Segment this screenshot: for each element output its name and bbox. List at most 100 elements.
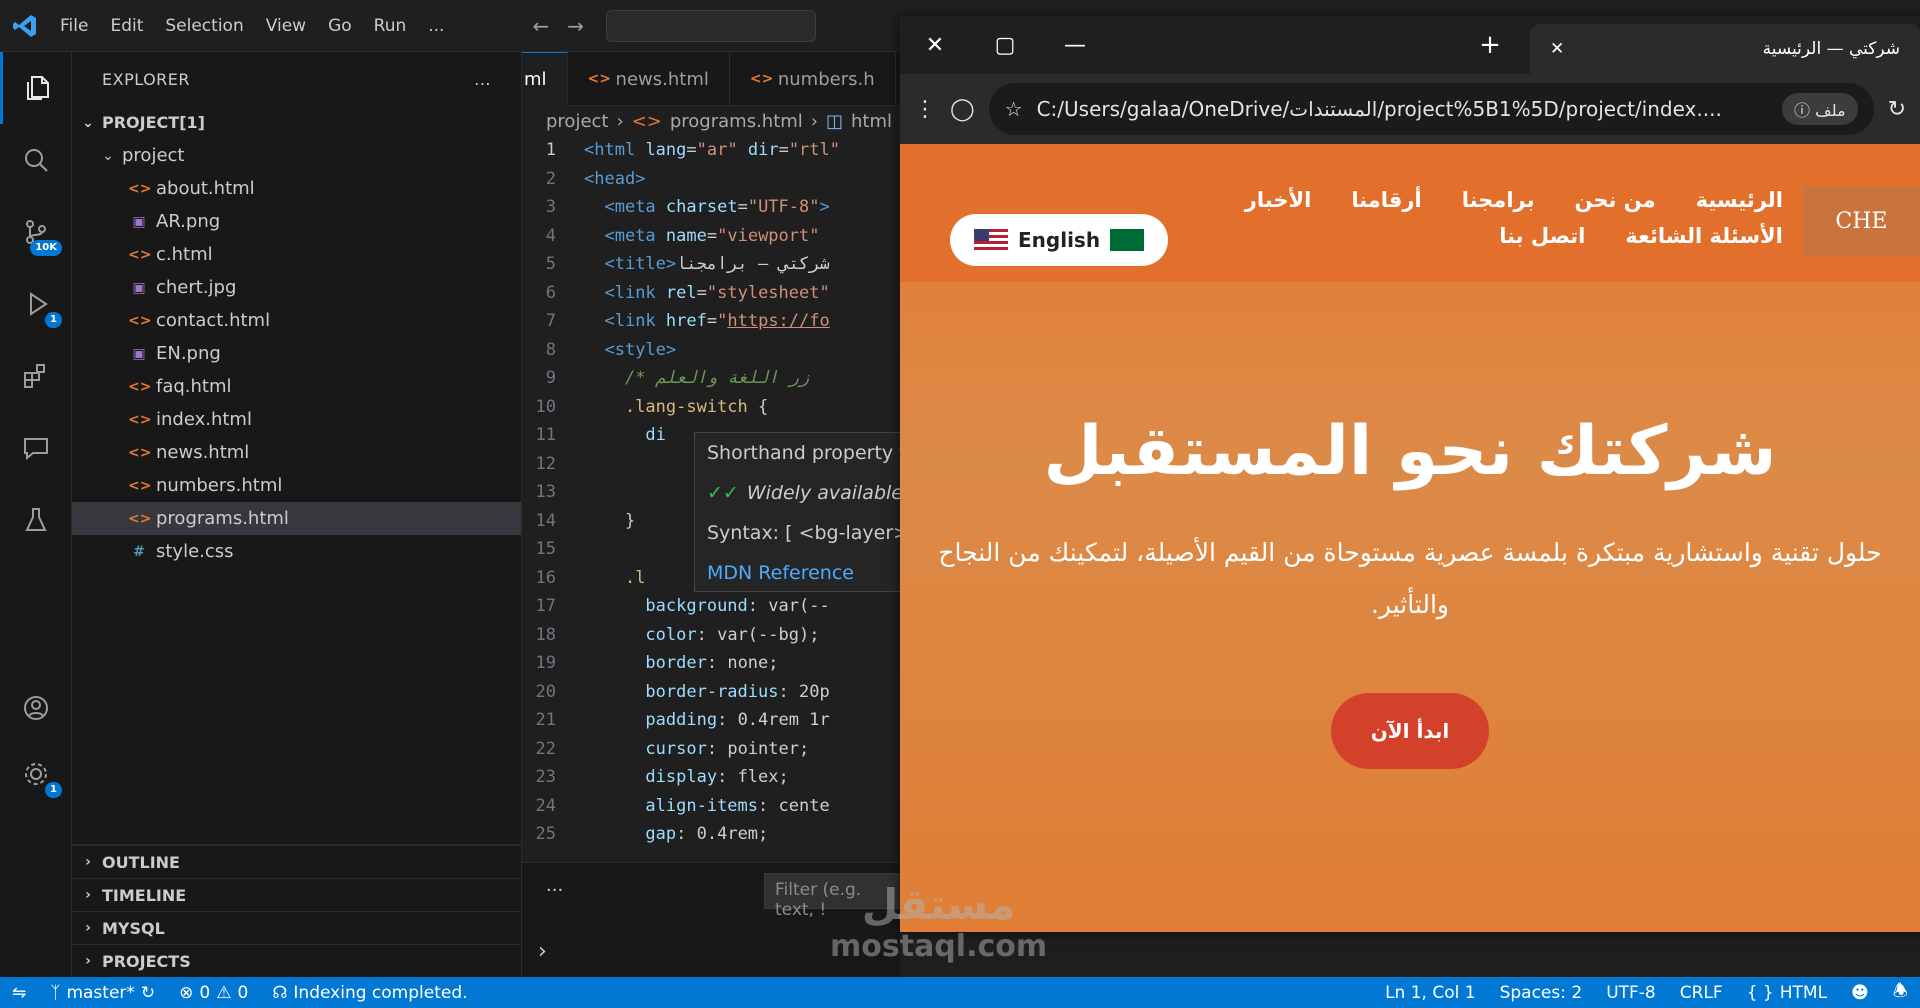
problems-indicator[interactable]: ⊗ 0 ⚠ 0 [167, 983, 260, 1003]
chat-icon[interactable] [0, 412, 72, 484]
menu-go[interactable]: Go [318, 12, 362, 40]
reload-icon[interactable]: ↻ [1888, 97, 1906, 122]
nav-programs[interactable]: برامجنا [1462, 188, 1535, 212]
code-line[interactable]: 1 <html lang="ar" dir="rtl" [522, 136, 900, 165]
restore-window-icon[interactable]: ▢ [970, 16, 1040, 74]
file-item[interactable]: <> programs.html [72, 502, 521, 535]
breadcrumb-folder[interactable]: project [546, 111, 608, 132]
code-line[interactable]: 3 <meta charset="UTF-8"> [522, 193, 900, 222]
code-line[interactable]: 22 cursor: pointer; [522, 735, 900, 764]
code-line[interactable]: 21 padding: 0.4rem 1r [522, 706, 900, 735]
code-line[interactable]: 4 <meta name="viewport" [522, 222, 900, 251]
explorer-icon[interactable] [0, 52, 72, 124]
file-info-chip[interactable]: ⓘ ملف [1782, 93, 1858, 125]
code-line[interactable]: 5 <title>شركتي — برامجنا [522, 250, 900, 279]
menu-selection[interactable]: Selection [155, 12, 253, 40]
testing-flask-icon[interactable] [0, 484, 72, 556]
remote-icon[interactable]: ⇋ [0, 983, 38, 1003]
close-tab-icon[interactable]: ✕ [1550, 39, 1564, 59]
copilot-icon[interactable]: ☻ [1839, 978, 1881, 1007]
code-line[interactable]: 20 border-radius: 20p [522, 678, 900, 707]
code-line[interactable]: 8 <style> [522, 336, 900, 365]
explorer-more-button[interactable]: ... [474, 70, 491, 89]
panel-more-button[interactable]: ... [546, 875, 563, 896]
indentation[interactable]: Spaces: 2 [1488, 978, 1595, 1007]
nav-numbers[interactable]: أرقامنا [1351, 188, 1421, 212]
code-line[interactable]: 18 color: var(--bg); [522, 621, 900, 650]
account-icon[interactable] [0, 672, 72, 744]
file-item[interactable]: <> news.html [72, 436, 521, 469]
timeline-section[interactable]: › TIMELINE [72, 878, 522, 911]
menu-view[interactable]: View [256, 12, 316, 40]
kebab-menu-icon[interactable]: ⋮ [914, 97, 936, 122]
menu-run[interactable]: Run [364, 12, 417, 40]
file-item[interactable]: <> faq.html [72, 370, 521, 403]
run-debug-icon[interactable]: 1 [0, 268, 72, 340]
projects-section[interactable]: › PROJECTS [72, 944, 522, 977]
language-mode[interactable]: { } HTML [1735, 978, 1839, 1007]
file-item[interactable]: <> c.html [72, 238, 521, 271]
file-item[interactable]: <> about.html [72, 172, 521, 205]
file-item[interactable]: ▣ EN.png [72, 337, 521, 370]
site-logo[interactable]: CHE [1802, 186, 1920, 256]
code-line[interactable]: 7 <link href="https://fo [522, 307, 900, 336]
nav-contact[interactable]: اتصل بنا [1499, 224, 1585, 248]
chevron-right-icon[interactable]: › [538, 939, 547, 964]
tab-news[interactable]: <> news.html [568, 52, 730, 106]
address-bar[interactable]: ☆ C:/Users/galaa/OneDrive/المستندات/proj… [988, 83, 1874, 135]
code-line[interactable]: 19 border: none; [522, 649, 900, 678]
workspace-root[interactable]: ⌄ PROJECT[1] [72, 106, 521, 139]
tab-programs[interactable]: ml [522, 52, 568, 106]
file-item[interactable]: # style.css [72, 535, 521, 568]
language-switch-button[interactable]: English [950, 214, 1169, 266]
search-icon[interactable] [0, 124, 72, 196]
back-arrow-icon[interactable]: ← [532, 14, 549, 38]
breadcrumb-symbol[interactable]: html [851, 111, 892, 132]
source-control-icon[interactable]: 10K [0, 196, 72, 268]
code-line[interactable]: 23 display: flex; [522, 763, 900, 792]
code-line[interactable]: 2 <head> [522, 165, 900, 194]
menu-file[interactable]: File [50, 12, 98, 40]
workspace-root-label: PROJECT[1] [102, 113, 205, 132]
menu-more[interactable]: ... [418, 12, 454, 40]
forward-arrow-icon[interactable]: → [567, 14, 584, 38]
nav-faq[interactable]: الأسئلة الشائعة [1625, 224, 1783, 248]
tab-numbers[interactable]: <> numbers.h [730, 52, 896, 106]
nav-news[interactable]: الأخبار [1245, 188, 1312, 212]
extensions-icon[interactable] [0, 340, 72, 412]
profile-icon[interactable]: ◯ [950, 97, 975, 122]
folder-project[interactable]: ⌄ project [72, 139, 521, 172]
file-item[interactable]: <> numbers.html [72, 469, 521, 502]
nav-home[interactable]: الرئيسية [1696, 188, 1783, 212]
new-tab-button[interactable]: + [1460, 30, 1520, 60]
minimize-window-icon[interactable]: — [1040, 16, 1110, 74]
breadcrumb-file[interactable]: programs.html [670, 111, 803, 132]
mysql-section[interactable]: › MYSQL [72, 911, 522, 944]
code-line[interactable]: 24 align-items: cente [522, 792, 900, 821]
menu-edit[interactable]: Edit [100, 12, 153, 40]
line-ending[interactable]: CRLF [1668, 978, 1735, 1007]
close-window-icon[interactable]: ✕ [900, 16, 970, 74]
code-line[interactable]: 17 background: var(-- [522, 592, 900, 621]
file-item[interactable]: <> index.html [72, 403, 521, 436]
code-text: cursor: pointer; [645, 738, 810, 759]
nav-about[interactable]: من نحن [1574, 188, 1655, 212]
file-item[interactable]: <> contact.html [72, 304, 521, 337]
notifications-bell-icon[interactable]: 🕭 [1881, 978, 1920, 1007]
file-item[interactable]: ▣ AR.png [72, 205, 521, 238]
encoding[interactable]: UTF-8 [1594, 978, 1668, 1007]
code-line[interactable]: 9 /* زر اللغة والعلم [522, 364, 900, 393]
mdn-reference-link[interactable]: MDN Reference [695, 553, 903, 593]
outline-section[interactable]: › OUTLINE [72, 845, 522, 878]
command-center[interactable] [606, 9, 816, 42]
cursor-position[interactable]: Ln 1, Col 1 [1373, 978, 1488, 1007]
browser-tab[interactable]: ✕ شركتي — الرئيسية [1530, 24, 1920, 74]
start-now-button[interactable]: ابدأ الآن [1330, 693, 1490, 769]
code-line[interactable]: 10 .lang-switch { [522, 393, 900, 422]
manage-gear-icon[interactable]: 1 [0, 738, 72, 810]
code-line[interactable]: 25 gap: 0.4rem; [522, 820, 900, 849]
code-line[interactable]: 6 <link rel="stylesheet" [522, 279, 900, 308]
star-bookmark-icon[interactable]: ☆ [1005, 97, 1023, 121]
file-item[interactable]: ▣ chert.jpg [72, 271, 521, 304]
branch-indicator[interactable]: ᛉ master* ↻ [38, 983, 167, 1003]
